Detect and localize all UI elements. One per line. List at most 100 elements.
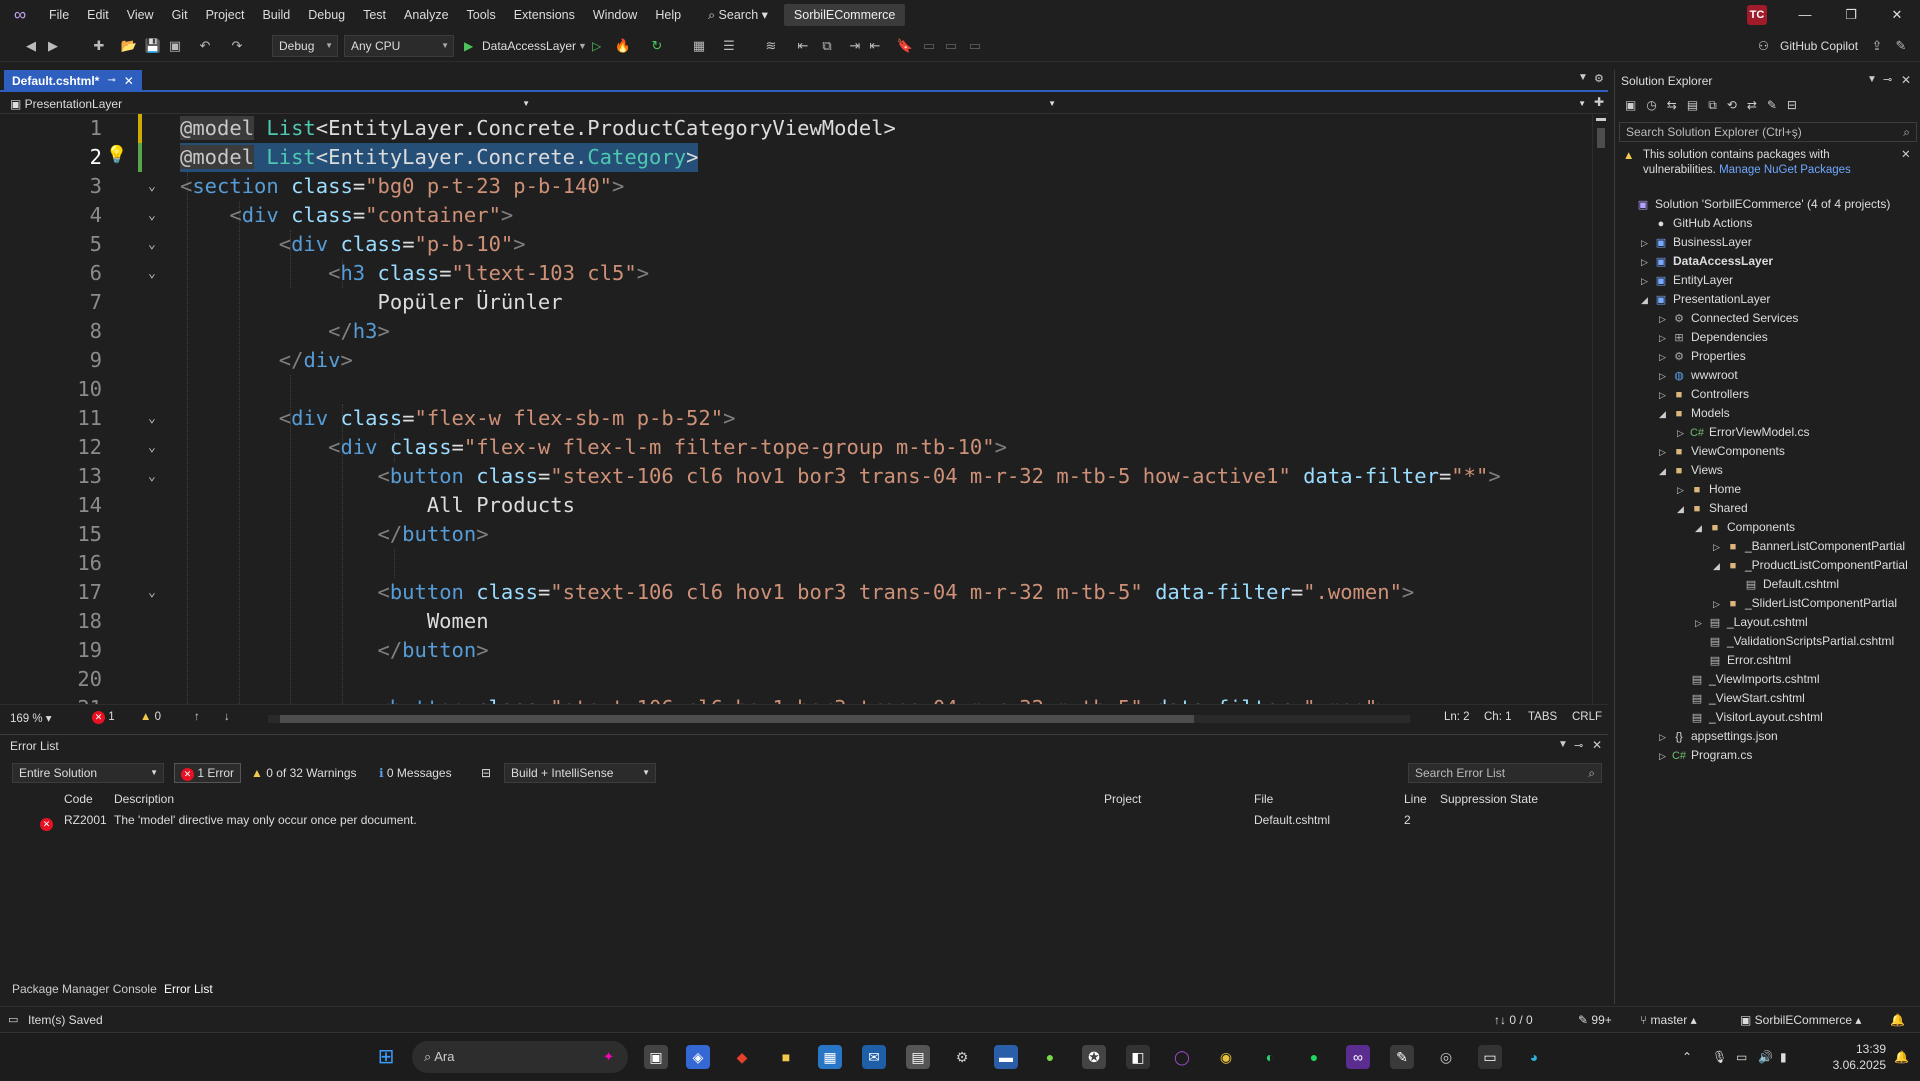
error-indicator[interactable]: ✕ 1 bbox=[92, 711, 115, 724]
se-pin-icon[interactable]: ⊸ bbox=[1883, 73, 1892, 86]
tree-item[interactable]: ◢ ■ Models bbox=[1659, 404, 1730, 423]
project-nav-dropdown[interactable]: ▣ PresentationLayer ▼ bbox=[0, 94, 536, 114]
step-icon[interactable]: ⇤ bbox=[794, 37, 812, 55]
avatar[interactable]: TC bbox=[1747, 5, 1767, 25]
build-filter-dropdown[interactable]: Build + IntelliSense ▼ bbox=[504, 763, 656, 783]
app-gray-icon[interactable]: ✪ bbox=[1082, 1045, 1106, 1069]
expander-icon[interactable]: ▷ bbox=[1659, 747, 1671, 766]
member-nav-dropdown[interactable]: ▼ bbox=[1062, 94, 1592, 114]
warnings-filter-button[interactable]: ▲ 0 of 32 Warnings bbox=[244, 763, 364, 783]
volume-icon[interactable]: 🔊 bbox=[1758, 1033, 1773, 1081]
app-red-icon[interactable]: ◆ bbox=[730, 1045, 754, 1069]
open-icon[interactable]: 📂 bbox=[120, 37, 138, 55]
search-solution-explorer-input[interactable]: Search Solution Explorer (Ctrl+ş) ⌕ bbox=[1619, 122, 1917, 142]
tab-overflow-icon[interactable]: ▼ bbox=[1578, 72, 1588, 83]
pane-pin-icon[interactable]: ⊸ bbox=[1574, 739, 1583, 752]
app-notes-icon[interactable]: ✎ bbox=[1390, 1045, 1414, 1069]
tree-item[interactable]: ◢ ■ Views bbox=[1659, 461, 1723, 480]
tree-item[interactable]: ▷ ▣ DataAccessLayer bbox=[1641, 252, 1773, 271]
clock[interactable]: 13:39 3.06.2025 bbox=[1816, 1041, 1886, 1073]
code-line[interactable]: 21⌄ <button class="stext-106 cl6 hov1 bo… bbox=[0, 694, 1592, 704]
layout-icon[interactable]: ☰ bbox=[720, 37, 738, 55]
tree-item[interactable]: ◢ ▣ PresentationLayer bbox=[1641, 290, 1770, 309]
col-code[interactable]: Code bbox=[64, 789, 93, 809]
code-line[interactable]: 18 Women bbox=[0, 607, 1592, 636]
hot-reload-icon[interactable]: 🔥 bbox=[614, 37, 632, 55]
start-without-debug-icon[interactable]: ▷ bbox=[592, 35, 601, 57]
window-icon[interactable]: ⧉ bbox=[818, 37, 836, 55]
tree-item[interactable]: ▷ C# ErrorViewModel.cs bbox=[1677, 423, 1809, 442]
menu-window[interactable]: Window bbox=[584, 0, 646, 30]
tree-item[interactable]: ● GitHub Actions bbox=[1641, 214, 1753, 233]
bookmark-icon[interactable]: 🔖 bbox=[896, 37, 914, 55]
tree-item[interactable]: ▷ ◍ wwwroot bbox=[1659, 366, 1738, 385]
chrome-icon[interactable]: ◉ bbox=[1214, 1045, 1238, 1069]
tab-error-list[interactable]: Error List bbox=[164, 982, 213, 996]
code-line[interactable]: 4 ⌄ <div class="container"> bbox=[0, 201, 1592, 230]
code-line[interactable]: 7 Popüler Ürünler bbox=[0, 288, 1592, 317]
app-dark-icon[interactable]: ◧ bbox=[1126, 1045, 1150, 1069]
fold-chevron-icon[interactable]: ⌄ bbox=[148, 404, 156, 433]
fold-chevron-icon[interactable]: ⌄ bbox=[148, 462, 156, 491]
se-menu-icon[interactable]: ▼ bbox=[1867, 74, 1877, 85]
menu-debug[interactable]: Debug bbox=[299, 0, 354, 30]
back-icon[interactable]: ◀ bbox=[22, 37, 40, 55]
app-blue-icon[interactable]: ▬ bbox=[994, 1045, 1018, 1069]
outdent-icon[interactable]: ⇤ bbox=[866, 37, 884, 55]
search-button[interactable]: ⌕ Search ▾ bbox=[698, 4, 778, 26]
code-line[interactable]: 2 @model List<EntityLayer.Concrete.Catego… bbox=[0, 143, 1592, 172]
messages-filter-button[interactable]: ℹ 0 Messages bbox=[372, 763, 459, 783]
expander-icon[interactable]: ▷ bbox=[1677, 481, 1689, 500]
code-line[interactable]: 6 ⌄ <h3 class="ltext-103 cl5"> bbox=[0, 259, 1592, 288]
col-file[interactable]: File bbox=[1254, 789, 1273, 809]
menu-build[interactable]: Build bbox=[253, 0, 299, 30]
calendar-icon[interactable]: ▤ bbox=[906, 1045, 930, 1069]
tab-package-manager-console[interactable]: Package Manager Console bbox=[12, 982, 157, 996]
expander-icon[interactable]: ▷ bbox=[1641, 253, 1653, 272]
table-row[interactable]: ✕ RZ2001 The 'model' directive may only … bbox=[0, 810, 1608, 831]
fold-chevron-icon[interactable]: ⌄ bbox=[148, 433, 156, 462]
menu-edit[interactable]: Edit bbox=[78, 0, 118, 30]
line-ending-indicator[interactable]: CRLF bbox=[1572, 711, 1602, 723]
task-view-icon[interactable]: ▣ bbox=[644, 1045, 668, 1069]
code-line[interactable]: 17 ⌄ <button class="stext-106 cl6 hov1 bo… bbox=[0, 578, 1592, 607]
pending-edits[interactable]: ✎ 99+ bbox=[1578, 1007, 1612, 1033]
indent-icon[interactable]: ⇥ bbox=[846, 37, 864, 55]
code-line[interactable]: 3 ⌄ <section class="bg0 p-t-23 p-b-140"> bbox=[0, 172, 1592, 201]
notifications-icon[interactable]: 🔔 bbox=[1890, 1007, 1905, 1033]
copilot-icon[interactable]: ⚇ bbox=[1758, 35, 1769, 57]
tab-close-icon[interactable]: ✕ bbox=[124, 70, 134, 92]
fold-chevron-icon[interactable]: ⌄ bbox=[148, 230, 156, 259]
save-all-icon[interactable]: ▣ bbox=[166, 37, 184, 55]
menu-file[interactable]: File bbox=[40, 0, 78, 30]
expander-icon[interactable]: ▷ bbox=[1695, 614, 1707, 633]
edge-icon[interactable]: ◕ bbox=[1522, 1045, 1546, 1069]
warning-close-icon[interactable]: ✕ bbox=[1901, 148, 1911, 163]
expander-icon[interactable]: ◢ bbox=[1695, 519, 1707, 538]
vertical-scrollbar[interactable] bbox=[1592, 114, 1608, 704]
startup-dropdown-icon[interactable]: ▼ bbox=[578, 35, 587, 57]
next-issue-icon[interactable]: ↓ bbox=[224, 711, 230, 723]
tree-item[interactable]: ▤ _VisitorLayout.cshtml bbox=[1677, 708, 1823, 727]
scope-dropdown[interactable]: Entire Solution ▼ bbox=[12, 763, 164, 783]
feedback-icon[interactable]: ✎ bbox=[1892, 37, 1910, 55]
code-line[interactable]: 5 ⌄ <div class="p-b-10"> bbox=[0, 230, 1592, 259]
startup-project-button[interactable]: DataAccessLayer bbox=[482, 35, 576, 57]
col-suppression[interactable]: Suppression State bbox=[1440, 789, 1538, 809]
se-toolbar[interactable]: ▣◷⇆▤⧉⟲⇄✎⊟ bbox=[1625, 98, 1807, 113]
app-chrome-alt-icon[interactable]: ◎ bbox=[1434, 1045, 1458, 1069]
copilot-button[interactable]: GitHub Copilot bbox=[1780, 35, 1858, 57]
expander-icon[interactable]: ◢ bbox=[1659, 462, 1671, 481]
configuration-dropdown[interactable]: Debug ▼ bbox=[272, 35, 338, 57]
visual-studio-logo-icon[interactable]: ∞ bbox=[0, 0, 40, 30]
horizontal-scrollbar[interactable] bbox=[268, 715, 1410, 723]
split-icon[interactable]: ✚ bbox=[1594, 95, 1604, 109]
expander-icon[interactable]: ▷ bbox=[1659, 367, 1671, 386]
minimize-icon[interactable]: — bbox=[1782, 0, 1828, 30]
errors-filter-button[interactable]: ✕ 1 Error bbox=[174, 763, 242, 783]
tree-item[interactable]: ▣ Solution 'SorbilECommerce' (4 of 4 proj… bbox=[1623, 195, 1891, 214]
filter-icon[interactable]: ⊟ bbox=[474, 763, 498, 783]
settings-icon[interactable]: ⚙ bbox=[950, 1045, 974, 1069]
expander-icon[interactable]: ▷ bbox=[1713, 538, 1725, 557]
repo-indicator[interactable]: ▣ SorbilECommerce ▴ bbox=[1740, 1007, 1861, 1033]
